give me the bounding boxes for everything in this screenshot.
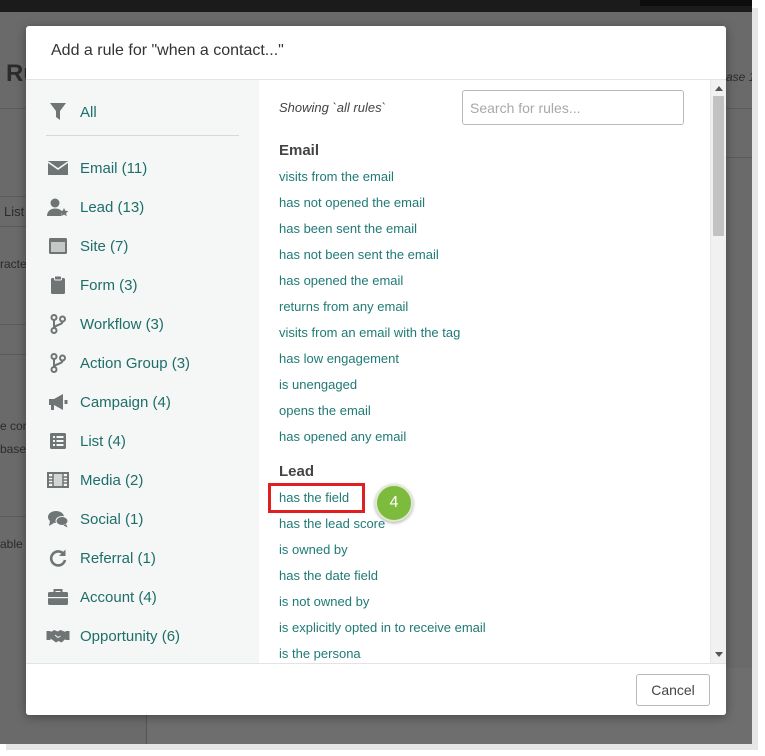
- category-media-label: Media (2): [80, 471, 144, 489]
- category-opportunity-label: Opportunity (6): [80, 627, 181, 645]
- category-campaign-label: Campaign (4): [80, 393, 171, 411]
- modal-title: Add a rule for "when a contact...": [51, 42, 284, 59]
- rule-link[interactable]: is unengaged: [279, 377, 357, 392]
- rule-link[interactable]: returns from any email: [279, 299, 408, 314]
- megaphone-icon: [46, 391, 70, 413]
- rule-link[interactable]: has the lead score: [279, 516, 385, 531]
- category-social-label: Social (1): [80, 510, 144, 528]
- category-site[interactable]: Site (7): [46, 232, 128, 260]
- rule-link[interactable]: visits from the email: [279, 169, 394, 184]
- cancel-button[interactable]: Cancel: [636, 674, 710, 706]
- rule-link[interactable]: has opened any email: [279, 429, 406, 444]
- category-email[interactable]: Email (11): [46, 154, 147, 182]
- category-form-label: Form (3): [80, 276, 138, 294]
- category-email-label: Email (11): [80, 159, 148, 177]
- category-workflow-label: Workflow (3): [80, 315, 164, 333]
- speech-bubbles-icon: [46, 508, 70, 530]
- rules-pane: Showing `all rules` Email visits from th…: [259, 80, 726, 663]
- showing-filter-text: Showing `all rules`: [279, 100, 386, 115]
- background-text-3: base: [0, 442, 27, 456]
- category-social[interactable]: Social (1): [46, 505, 143, 533]
- category-media[interactable]: Media (2): [46, 466, 143, 494]
- list-icon: [46, 430, 70, 452]
- modal-body: All Email (11) Lead (13) Site (7) Form (…: [26, 80, 726, 663]
- rule-link[interactable]: has not been sent the email: [279, 247, 439, 262]
- category-referral[interactable]: Referral (1): [46, 544, 156, 572]
- envelope-icon: [46, 157, 70, 179]
- scroll-down-arrow-icon[interactable]: [715, 652, 723, 657]
- handshake-icon: [46, 625, 70, 647]
- rule-link[interactable]: has been sent the email: [279, 221, 417, 236]
- rule-link[interactable]: is owned by: [279, 542, 348, 557]
- rule-link[interactable]: visits from an email with the tag: [279, 325, 460, 340]
- modal-header: Add a rule for "when a contact...": [26, 26, 726, 80]
- category-workflow[interactable]: Workflow (3): [46, 310, 164, 338]
- category-lead-label: Lead (13): [80, 198, 145, 216]
- category-list-label: List (4): [80, 432, 126, 450]
- category-site-label: Site (7): [80, 237, 129, 255]
- background-tab: List: [4, 204, 25, 219]
- rule-link[interactable]: opens the email: [279, 403, 371, 418]
- section-title-lead: Lead: [279, 463, 315, 480]
- category-form[interactable]: Form (3): [46, 271, 138, 299]
- user-star-icon: [46, 196, 70, 218]
- rule-link[interactable]: has opened the email: [279, 273, 403, 288]
- rule-link[interactable]: has low engagement: [279, 351, 399, 366]
- rule-link[interactable]: is explicitly opted in to receive email: [279, 620, 486, 635]
- branch-icon: [46, 352, 70, 374]
- section-title-email: Email: [279, 142, 320, 159]
- category-referral-label: Referral (1): [80, 549, 156, 567]
- category-lead[interactable]: Lead (13): [46, 193, 144, 221]
- category-account[interactable]: Account (4): [46, 583, 157, 611]
- category-sidebar: All Email (11) Lead (13) Site (7) Form (…: [26, 80, 259, 663]
- scroll-up-arrow-icon[interactable]: [715, 86, 723, 91]
- category-account-label: Account (4): [80, 588, 157, 606]
- rules-scrollbar[interactable]: [710, 80, 726, 663]
- background-text-1: racte: [0, 257, 27, 271]
- background-text-2: e con: [0, 419, 30, 433]
- search-rules-input[interactable]: [462, 90, 684, 125]
- rule-link[interactable]: is not owned by: [279, 594, 369, 609]
- filter-icon: [46, 101, 70, 123]
- rule-link[interactable]: has the date field: [279, 568, 378, 583]
- branch-icon: [46, 313, 70, 335]
- film-icon: [46, 469, 70, 491]
- modal-footer: Cancel: [26, 663, 726, 715]
- add-rule-modal: Add a rule for "when a contact..." All E…: [26, 26, 726, 715]
- scrollbar-thumb[interactable]: [713, 96, 724, 236]
- background-right-text: ase 1: [726, 70, 752, 84]
- category-campaign[interactable]: Campaign (4): [46, 388, 171, 416]
- background-topbar: [0, 0, 752, 12]
- category-action-group[interactable]: Action Group (3): [46, 349, 190, 377]
- category-action-group-label: Action Group (3): [80, 354, 191, 372]
- refresh-arrow-icon: [46, 547, 70, 569]
- browser-window-icon: [46, 235, 70, 257]
- clipboard-icon: [46, 274, 70, 296]
- rule-link[interactable]: has not opened the email: [279, 195, 425, 210]
- category-list[interactable]: List (4): [46, 427, 126, 455]
- background-text-4: able: [0, 537, 23, 551]
- briefcase-icon: [46, 586, 70, 608]
- rule-link[interactable]: is the persona: [279, 646, 361, 661]
- category-all-label: All: [80, 103, 97, 121]
- highlight-box: [268, 483, 365, 513]
- category-opportunity[interactable]: Opportunity (6): [46, 622, 180, 650]
- category-all[interactable]: All: [46, 98, 97, 126]
- category-divider: [46, 135, 239, 136]
